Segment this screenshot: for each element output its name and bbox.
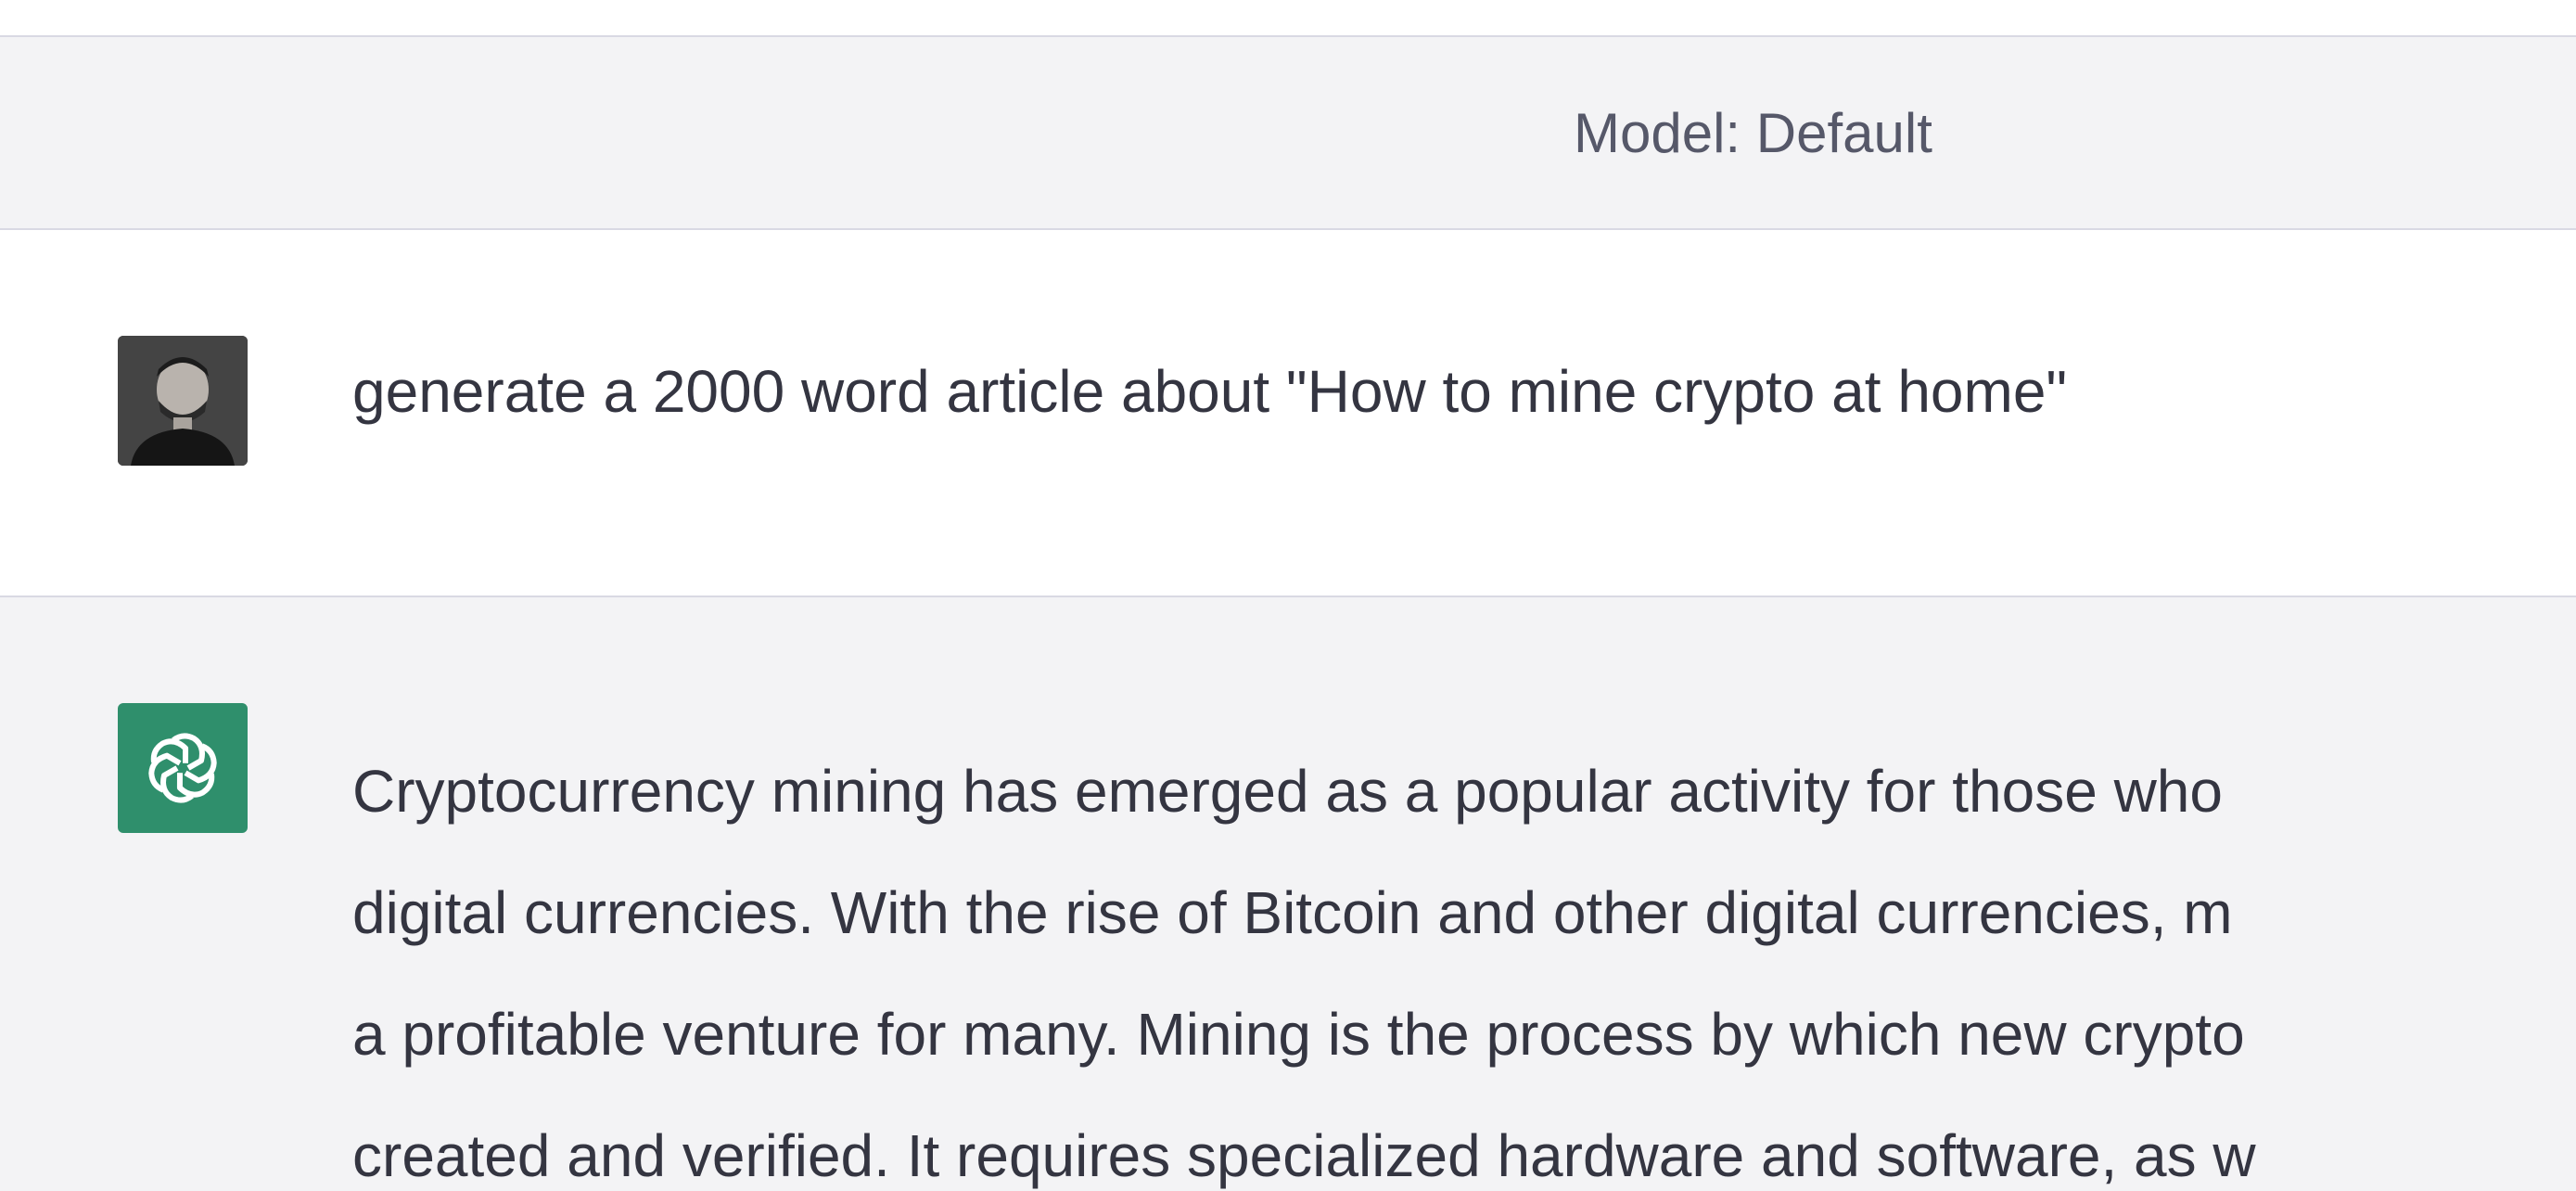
assistant-line-2: digital currencies. With the rise of Bit… [352,879,2233,946]
openai-logo-icon [148,733,217,803]
user-avatar-photo-icon [118,336,248,466]
user-avatar [118,336,248,466]
model-bar [0,37,2576,230]
assistant-message-text: Cryptocurrency mining has emerged as a p… [352,731,2576,1191]
top-strip [0,0,2576,37]
assistant-line-1: Cryptocurrency mining has emerged as a p… [352,758,2223,825]
user-message-text: generate a 2000 word article about "How … [352,358,2068,425]
assistant-avatar [118,703,248,833]
chat-page: Model: Default generate a 2000 word arti… [0,0,2576,1191]
model-label: Model: Default [1574,102,1932,164]
assistant-line-3: a profitable venture for many. Mining is… [352,1001,2245,1068]
assistant-line-4: created and verified. It requires specia… [352,1122,2256,1189]
